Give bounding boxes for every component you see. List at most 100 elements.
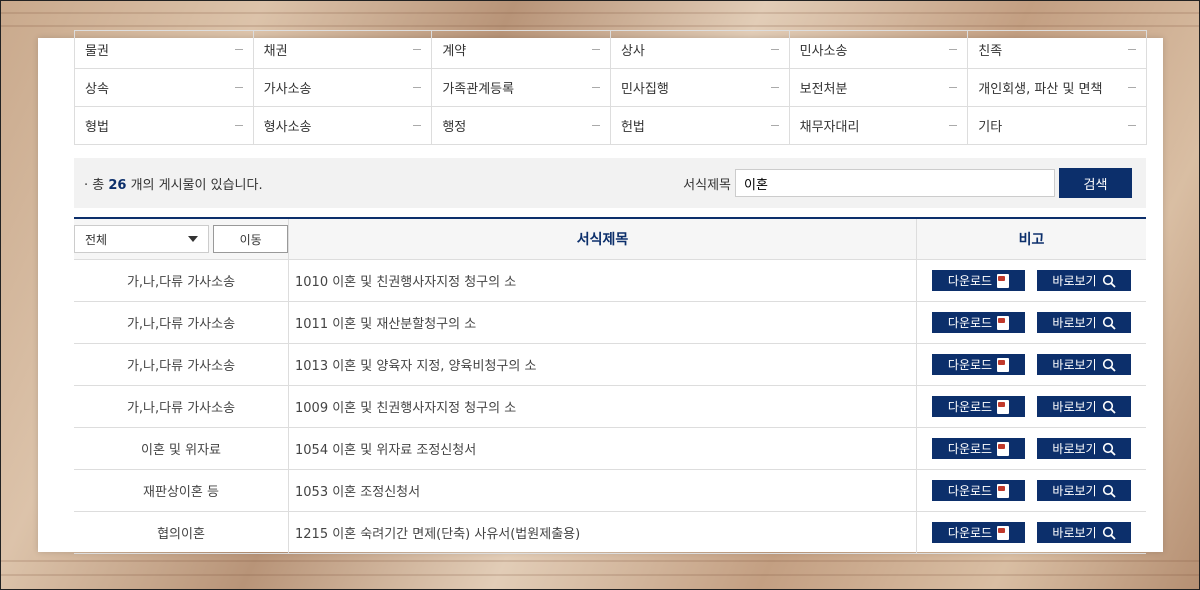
table-row: 가,나,다류 가사소송 1010 이혼 및 친권행사자지정 청구의 소 다운로드 바로…: [74, 260, 1146, 302]
view-button[interactable]: 바로보기: [1037, 522, 1131, 543]
collapse-dash-icon: [413, 125, 422, 126]
collapse-dash-icon: [1127, 87, 1136, 88]
search-icon: [1102, 442, 1116, 456]
table-row: 가,나,다류 가사소송 1013 이혼 및 양육자 지정, 양육비청구의 소 다운로…: [74, 344, 1146, 386]
collapse-dash-icon: [591, 87, 600, 88]
category-row: 물권 채권 계약 상사 민사소송 친족: [75, 31, 1147, 69]
row-category: 가,나,다류 가사소송: [74, 344, 289, 385]
collapse-dash-icon: [413, 49, 422, 50]
row-title[interactable]: 1215 이혼 숙려기간 면제(단축) 사유서(법원제출용): [289, 512, 917, 553]
view-button[interactable]: 바로보기: [1037, 480, 1131, 501]
document-icon: [997, 357, 1010, 372]
table-row: 재판상이혼 등 1053 이혼 조정신청서 다운로드 바로보기: [74, 470, 1146, 512]
download-button[interactable]: 다운로드: [932, 312, 1025, 333]
row-category: 협의이혼: [74, 512, 289, 553]
category-item[interactable]: 물권: [75, 31, 254, 69]
category-item[interactable]: 채무자대리: [789, 107, 969, 145]
row-title[interactable]: 1053 이혼 조정신청서: [289, 470, 917, 511]
category-item[interactable]: 상사: [610, 31, 790, 69]
table-header: 전체 이동 서식제목 비고: [74, 219, 1146, 260]
chevron-down-icon: [188, 236, 199, 242]
category-item[interactable]: 민사소송: [789, 31, 969, 69]
download-button[interactable]: 다운로드: [932, 522, 1025, 543]
collapse-dash-icon: [1127, 125, 1136, 126]
row-title[interactable]: 1054 이혼 및 위자료 조정신청서: [289, 428, 917, 469]
category-item[interactable]: 보전처분: [789, 69, 969, 107]
row-actions: 다운로드 바로보기: [917, 260, 1146, 301]
category-item[interactable]: 헌법: [610, 107, 790, 145]
category-item[interactable]: 상속: [75, 69, 254, 107]
collapse-dash-icon: [770, 125, 779, 126]
table-row: 이혼 및 위자료 1054 이혼 및 위자료 조정신청서 다운로드 바로보기: [74, 428, 1146, 470]
row-title[interactable]: 1010 이혼 및 친권행사자지정 청구의 소: [289, 260, 917, 301]
table-row: 가,나,다류 가사소송 1009 이혼 및 친권행사자지정 청구의 소 다운로드 바로…: [74, 386, 1146, 428]
row-category: 가,나,다류 가사소송: [74, 302, 289, 343]
download-button[interactable]: 다운로드: [932, 270, 1025, 291]
row-title[interactable]: 1009 이혼 및 친권행사자지정 청구의 소: [289, 386, 917, 427]
search-button[interactable]: 검색: [1059, 168, 1132, 198]
row-actions: 다운로드 바로보기: [917, 386, 1146, 427]
search-input[interactable]: [735, 169, 1055, 197]
collapse-dash-icon: [1127, 49, 1136, 50]
row-title[interactable]: 1011 이혼 및 재산분할청구의 소: [289, 302, 917, 343]
download-button[interactable]: 다운로드: [932, 354, 1025, 375]
category-item[interactable]: 가족관계등록: [432, 69, 611, 107]
document-icon: [997, 525, 1010, 540]
view-button[interactable]: 바로보기: [1037, 354, 1131, 375]
search-icon: [1102, 274, 1116, 288]
category-filter-select[interactable]: 전체: [74, 225, 210, 253]
row-category: 가,나,다류 가사소송: [74, 260, 289, 301]
search-icon: [1102, 358, 1116, 372]
category-item[interactable]: 가사소송: [253, 69, 433, 107]
category-item[interactable]: 친족: [968, 31, 1147, 69]
result-count-text: · 총 26 개의 게시물이 있습니다.: [84, 177, 263, 193]
category-item[interactable]: 민사집행: [610, 69, 790, 107]
category-item[interactable]: 형사소송: [253, 107, 433, 145]
document-icon: [997, 399, 1010, 414]
category-item[interactable]: 형법: [75, 107, 254, 145]
view-button[interactable]: 바로보기: [1037, 312, 1131, 333]
category-item[interactable]: 기타: [968, 107, 1147, 145]
collapse-dash-icon: [770, 49, 779, 50]
search-summary-bar: · 총 26 개의 게시물이 있습니다. 서식제목 검색: [74, 158, 1146, 208]
collapse-dash-icon: [949, 125, 958, 126]
download-button[interactable]: 다운로드: [932, 480, 1025, 501]
row-category: 이혼 및 위자료: [74, 428, 289, 469]
category-row: 상속 가사소송 가족관계등록 민사집행 보전처분 개인회생, 파산 및 면책: [75, 69, 1147, 107]
document-icon: [997, 315, 1010, 330]
collapse-dash-icon: [949, 49, 958, 50]
collapse-dash-icon: [234, 49, 243, 50]
search-label: 서식제목: [683, 177, 731, 193]
collapse-dash-icon: [949, 87, 958, 88]
row-category: 재판상이혼 등: [74, 470, 289, 511]
result-count: 26: [108, 177, 127, 193]
category-grid: 물권 채권 계약 상사 민사소송 친족 상속 가사소송 가족관계등록 민사집행 …: [74, 30, 1147, 145]
search-icon: [1102, 400, 1116, 414]
table-row: 가,나,다류 가사소송 1011 이혼 및 재산분할청구의 소 다운로드 바로보기: [74, 302, 1146, 344]
category-item[interactable]: 채권: [253, 31, 433, 69]
document-icon: [997, 441, 1010, 456]
category-item[interactable]: 개인회생, 파산 및 면책: [968, 69, 1147, 107]
row-title[interactable]: 1013 이혼 및 양육자 지정, 양육비청구의 소: [289, 344, 917, 385]
content-panel: 물권 채권 계약 상사 민사소송 친족 상속 가사소송 가족관계등록 민사집행 …: [38, 30, 1163, 554]
column-header-title: 서식제목: [289, 219, 917, 259]
table-body: 가,나,다류 가사소송 1010 이혼 및 친권행사자지정 청구의 소 다운로드 바로…: [74, 260, 1146, 554]
search-icon: [1102, 484, 1116, 498]
search-icon: [1102, 526, 1116, 540]
view-button[interactable]: 바로보기: [1037, 270, 1131, 291]
move-button[interactable]: 이동: [213, 225, 288, 253]
document-icon: [997, 483, 1010, 498]
collapse-dash-icon: [770, 87, 779, 88]
row-actions: 다운로드 바로보기: [917, 512, 1146, 553]
collapse-dash-icon: [234, 87, 243, 88]
view-button[interactable]: 바로보기: [1037, 396, 1131, 417]
category-item[interactable]: 행정: [432, 107, 611, 145]
row-actions: 다운로드 바로보기: [917, 470, 1146, 511]
view-button[interactable]: 바로보기: [1037, 438, 1131, 459]
download-button[interactable]: 다운로드: [932, 438, 1025, 459]
row-actions: 다운로드 바로보기: [917, 302, 1146, 343]
download-button[interactable]: 다운로드: [932, 396, 1025, 417]
category-item[interactable]: 계약: [432, 31, 611, 69]
row-actions: 다운로드 바로보기: [917, 428, 1146, 469]
form-list-table: 전체 이동 서식제목 비고 가,나,다류 가사소송 1010 이혼 및 친권행사자…: [74, 217, 1146, 554]
